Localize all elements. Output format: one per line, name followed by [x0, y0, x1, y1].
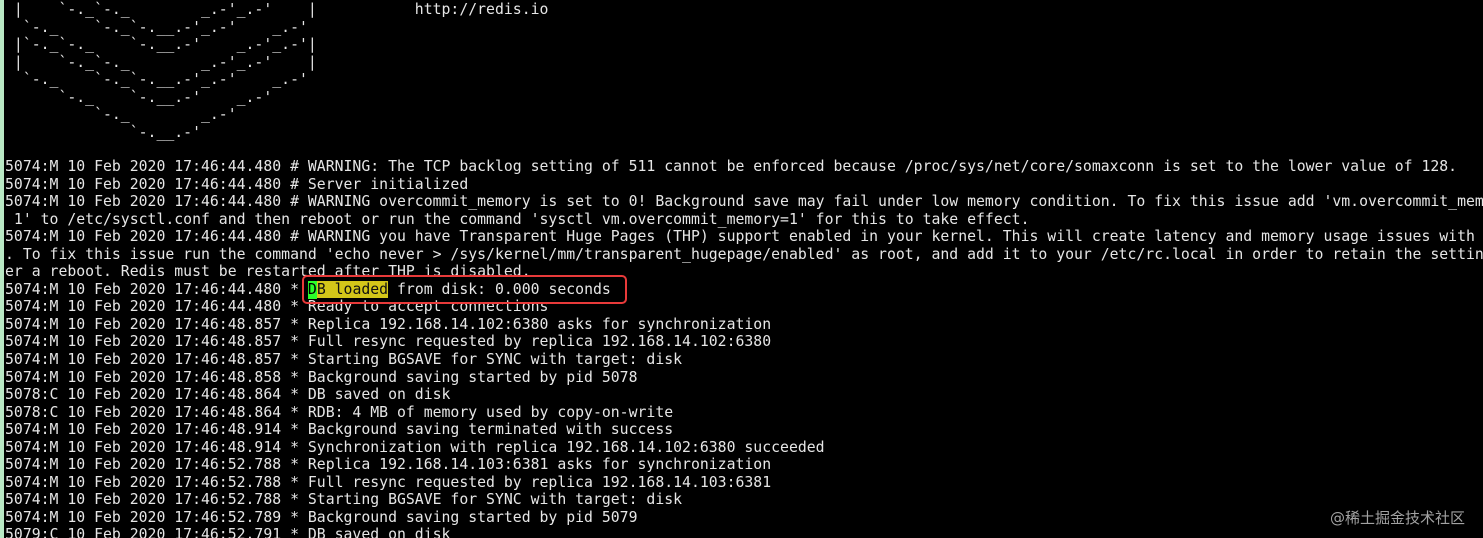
banner-line: `-._ `-._`-.__.-'_.-' _.-' — [5, 71, 308, 88]
log-line: 5074:M 10 Feb 2020 17:46:48.914 * Backgr… — [5, 421, 674, 438]
banner-line: `-._ _.-' — [5, 106, 237, 123]
log-line: 5074:M 10 Feb 2020 17:46:44.480 # WARNIN… — [5, 158, 1458, 175]
log-line: 5074:M 10 Feb 2020 17:46:52.788 * Full r… — [5, 474, 772, 491]
annotation-box — [302, 275, 627, 304]
terminal-output[interactable]: | `-._`-._ _.-'_.-' | http://redis.io `-… — [4, 0, 1483, 538]
log-line: . To fix this issue run the command 'ech… — [5, 246, 1483, 263]
log-line: 5074:M 10 Feb 2020 17:46:52.789 * Backgr… — [5, 509, 638, 526]
log-line: 5074:M 10 Feb 2020 17:46:52.788 * Starti… — [5, 491, 683, 508]
banner-line: | `-._`-._ _.-'_.-' | — [5, 54, 317, 71]
log-line: 5074:M 10 Feb 2020 17:46:48.914 * Synchr… — [5, 439, 825, 456]
log-line: 5078:C 10 Feb 2020 17:46:48.864 * DB sav… — [5, 386, 451, 403]
log-line: 5074:M 10 Feb 2020 17:46:48.857 * Replic… — [5, 316, 772, 333]
banner-line: `-._ `-.__.-' _.-' — [5, 89, 273, 106]
log-line-prefix: 5074:M 10 Feb 2020 17:46:44.480 * — [5, 281, 308, 298]
banner-line: `-.__.-' — [5, 124, 201, 141]
banner-line: `-._ `-._`-.__.-'_.-' _.-' — [5, 19, 308, 36]
watermark: @稀土掘金技术社区 — [1329, 509, 1465, 527]
banner-line: |`-._`-._ `-.__.-' _.-'_.-'| — [5, 36, 317, 53]
log-line: 5074:M 10 Feb 2020 17:46:48.857 * Full r… — [5, 333, 772, 350]
log-line: 5074:M 10 Feb 2020 17:46:44.480 # WARNIN… — [5, 228, 1483, 245]
log-line: 1' to /etc/sysctl.conf and then reboot o… — [5, 211, 1030, 228]
log-line: 5074:M 10 Feb 2020 17:46:44.480 # WARNIN… — [5, 193, 1483, 210]
log-line: 5074:M 10 Feb 2020 17:46:52.788 * Replic… — [5, 456, 772, 473]
log-line: 5079:C 10 Feb 2020 17:46:52.791 * DB sav… — [5, 526, 451, 538]
log-line: 5074:M 10 Feb 2020 17:46:48.857 * Starti… — [5, 351, 683, 368]
log-line: 5074:M 10 Feb 2020 17:46:44.480 # Server… — [5, 176, 469, 193]
log-line: 5074:M 10 Feb 2020 17:46:48.858 * Backgr… — [5, 369, 638, 386]
log-line: 5078:C 10 Feb 2020 17:46:48.864 * RDB: 4… — [5, 404, 674, 421]
banner-line: | `-._`-._ _.-'_.-' | http://redis.io — [5, 1, 549, 18]
